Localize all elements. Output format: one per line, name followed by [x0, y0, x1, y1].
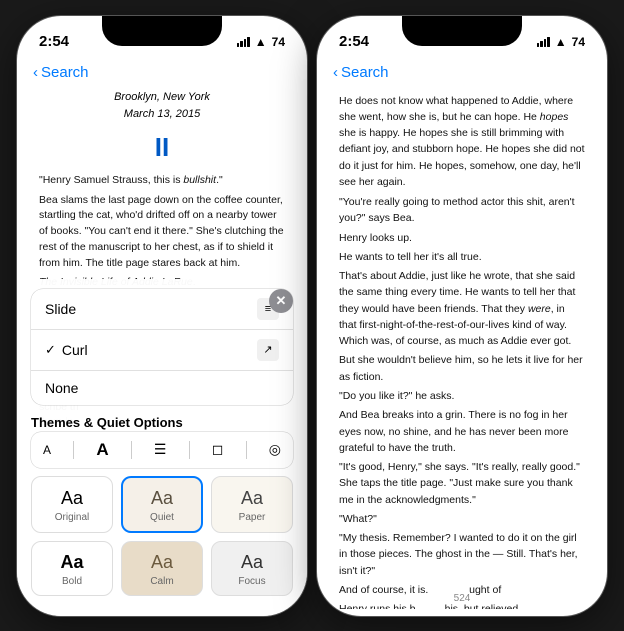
theme-bold[interactable]: Aa Bold	[31, 541, 113, 596]
option-curl[interactable]: ✓ Curl ↗	[31, 330, 293, 371]
theme-bold-aa: Aa	[60, 552, 83, 573]
nav-bar-left: ‹ Search	[17, 60, 307, 89]
divider-3	[189, 441, 190, 459]
signal-icon	[237, 37, 250, 47]
close-button[interactable]: ✕	[269, 289, 293, 313]
themes-grid: Aa Original Aa Quiet Aa Paper Aa Bold Aa	[31, 476, 293, 596]
themes-section-header: Themes & Quiet Options	[31, 415, 293, 430]
theme-calm-aa: Aa	[151, 552, 173, 573]
back-label-left: Search	[41, 64, 89, 81]
wifi-icon: ▲	[255, 35, 267, 49]
overlay-panel: Slide ≡ ✓ Curl ↗ None ✕ Themes &	[17, 279, 307, 616]
option-curl-label: Curl	[62, 342, 88, 358]
theme-quiet-label: Quiet	[150, 512, 174, 523]
left-phone: 2:54 ▲ 74 ‹ Search Brooklyn, New YorkMar	[17, 16, 307, 616]
option-slide-label: Slide	[45, 301, 76, 317]
paragraph-icon[interactable]: ☰	[154, 441, 167, 458]
slide-options: Slide ≡ ✓ Curl ↗ None	[31, 289, 293, 405]
themes-subheader: Quiet Options	[97, 415, 183, 430]
reading-controls: A A ☰ ◻ ◎	[31, 432, 293, 468]
right-phone: 2:54 ▲ 74 ‹ Search He does not know what	[317, 16, 607, 616]
theme-original-label: Original	[55, 512, 89, 523]
signal-icon-right	[537, 37, 550, 47]
status-icons-left: ▲ 74	[237, 35, 285, 49]
divider-1	[73, 441, 74, 459]
option-slide[interactable]: Slide ≡	[31, 289, 293, 330]
phones-container: 2:54 ▲ 74 ‹ Search Brooklyn, New YorkMar	[17, 16, 607, 616]
theme-focus[interactable]: Aa Focus	[211, 541, 293, 596]
option-none-label: None	[45, 380, 78, 396]
font-size-small[interactable]: A	[43, 443, 51, 457]
wifi-icon-right: ▲	[555, 35, 567, 49]
theme-paper[interactable]: Aa Paper	[211, 476, 293, 533]
time-left: 2:54	[39, 33, 69, 50]
theme-focus-aa: Aa	[241, 552, 263, 573]
back-label-right: Search	[341, 64, 389, 81]
theme-paper-label: Paper	[239, 512, 266, 523]
status-bar-right: 2:54 ▲ 74	[317, 16, 607, 60]
theme-original-aa: Aa	[61, 488, 83, 509]
nav-bar-right: ‹ Search	[317, 60, 607, 89]
status-icons-right: ▲ 74	[537, 35, 585, 49]
book-content-right: He does not know what happened to Addie,…	[317, 89, 607, 609]
divider-2	[131, 441, 132, 459]
back-button-right[interactable]: ‹ Search	[333, 64, 389, 81]
brightness-icon[interactable]: ◎	[269, 441, 281, 458]
page-number: 524	[317, 589, 607, 608]
theme-paper-aa: Aa	[241, 488, 263, 509]
divider-4	[246, 441, 247, 459]
theme-bold-label: Bold	[62, 576, 82, 587]
chevron-left-icon-right: ‹	[333, 64, 338, 81]
status-bar-left: 2:54 ▲ 74	[17, 16, 307, 60]
battery-left: 74	[272, 35, 285, 49]
option-none[interactable]: None	[31, 371, 293, 405]
format-icon[interactable]: ◻	[212, 441, 224, 458]
chapter-number: II	[39, 127, 285, 167]
theme-quiet-aa: Aa	[151, 488, 173, 509]
book-location: Brooklyn, New YorkMarch 13, 2015	[39, 89, 285, 123]
theme-original[interactable]: Aa Original	[31, 476, 113, 533]
checkmark-icon: ✓	[45, 342, 56, 358]
theme-calm-label: Calm	[150, 576, 173, 587]
time-right: 2:54	[339, 33, 369, 50]
back-button-left[interactable]: ‹ Search	[33, 64, 89, 81]
curl-icon: ↗	[257, 339, 279, 361]
theme-quiet[interactable]: Aa Quiet	[121, 476, 203, 533]
battery-right: 74	[572, 35, 585, 49]
chevron-left-icon: ‹	[33, 64, 38, 81]
theme-calm[interactable]: Aa Calm	[121, 541, 203, 596]
font-size-large[interactable]: A	[96, 440, 108, 460]
theme-focus-label: Focus	[238, 576, 265, 587]
